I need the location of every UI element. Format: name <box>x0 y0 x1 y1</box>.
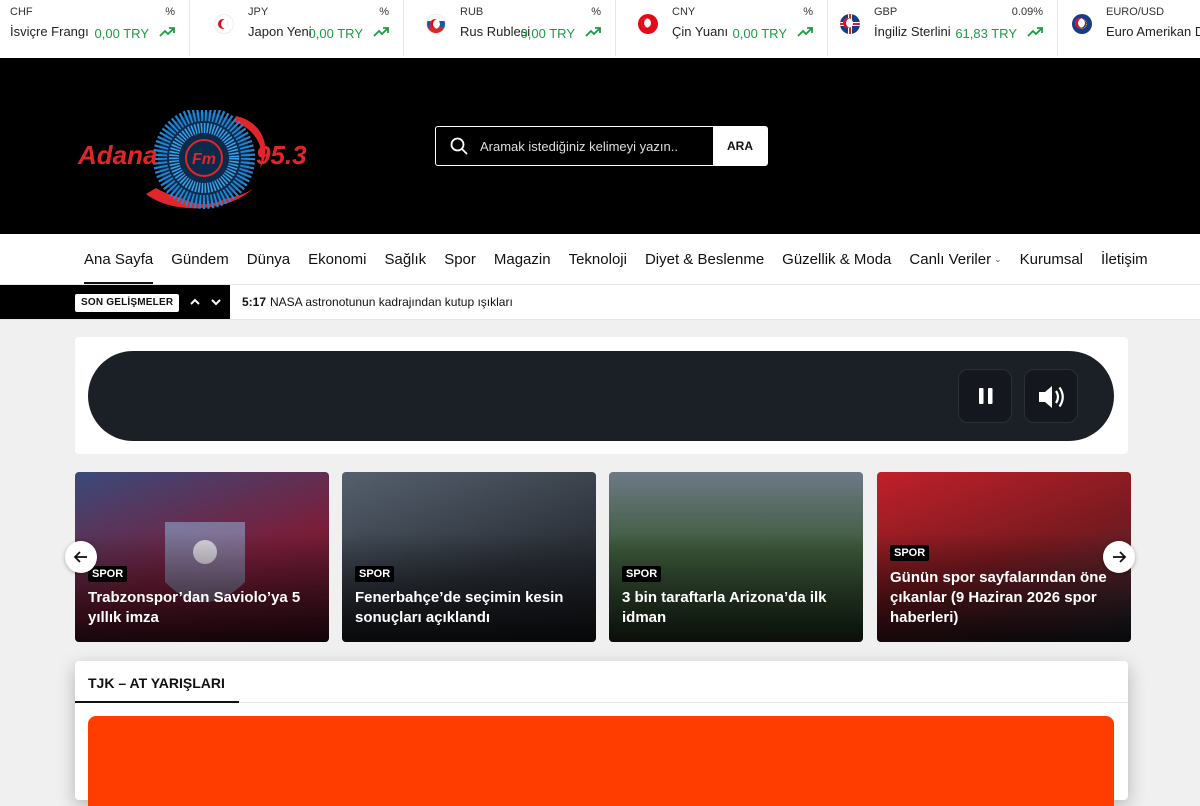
arrow-right-icon <box>1113 551 1127 563</box>
nav-item-kurumsal[interactable]: Kurumsal <box>1020 234 1083 284</box>
nav-item-iletisim[interactable]: İletişim <box>1101 234 1148 284</box>
currency-value: 0,00 TRY <box>308 26 363 41</box>
trend-up-icon <box>1027 27 1043 37</box>
tjk-section: TJK – AT YARIŞLARI <box>75 661 1128 806</box>
chevron-down-icon: ⌄ <box>994 253 1002 264</box>
svg-text:Adana: Adana <box>77 140 157 170</box>
ticker-item-rub[interactable]: RUB % Rus Rublesi 0,00 TRY <box>414 0 616 56</box>
breaking-news-label: SON GELİŞMELER <box>75 294 180 312</box>
flag-icon <box>214 14 234 34</box>
card-title[interactable]: 3 bin taraftarla Arizona’da ilk idman <box>622 588 853 628</box>
ticker-item-chf[interactable]: CHF % İsviçre Frangı 0,00 TRY <box>0 0 190 56</box>
search-button[interactable]: ARA <box>713 127 767 165</box>
trend-up-icon <box>373 27 389 37</box>
breaking-news-bar: SON GELİŞMELER 5:17 NASA astronotunun ka… <box>0 284 1200 320</box>
flag-icon <box>1072 14 1092 34</box>
chevron-up-icon[interactable] <box>186 293 204 311</box>
nav-item-ekonomi[interactable]: Ekonomi <box>308 234 366 284</box>
category-badge[interactable]: SPOR <box>355 566 395 582</box>
currency-code: JPY <box>248 6 269 18</box>
card-title[interactable]: Günün spor sayfalarından öne çıkanlar (9… <box>890 568 1121 628</box>
ticker-item-gbp[interactable]: GBP 0.09% İngiliz Sterlini 61,83 TRY <box>828 0 1058 56</box>
nav-item-diyet-beslenme[interactable]: Diyet & Beslenme <box>645 234 764 284</box>
currency-value: 61,83 TRY <box>955 26 1017 41</box>
tjk-widget[interactable] <box>88 716 1114 806</box>
currency-change: % <box>803 6 813 18</box>
ticker-item-eurusd[interactable]: EURO/USD Euro Amerikan D <box>1060 0 1200 56</box>
currency-ticker: CHF % İsviçre Frangı 0,00 TRY JPY % Japo… <box>0 0 1200 58</box>
breaking-news-headline[interactable]: NASA astronotunun kadrajından kutup ışık… <box>270 295 513 309</box>
flag-icon <box>840 14 860 34</box>
news-card[interactable]: SPOR Günün spor sayfalarından öne çıkanl… <box>877 472 1131 642</box>
nav-item-dunya[interactable]: Dünya <box>247 234 290 284</box>
nav-item-canli-veriler[interactable]: Canlı Veriler ⌄ <box>909 234 1001 284</box>
trend-up-icon <box>797 27 813 37</box>
search-icon <box>450 137 468 155</box>
search-input[interactable] <box>480 129 712 163</box>
category-badge[interactable]: SPOR <box>890 545 930 561</box>
card-title[interactable]: Trabzonspor’dan Saviolo’ya 5 yıllık imza <box>88 588 319 628</box>
currency-value: 0,00 TRY <box>520 26 575 41</box>
card-title[interactable]: Fenerbahçe’de seçimin kesin sonuçları aç… <box>355 588 586 628</box>
currency-name: Japon Yeni <box>248 24 312 39</box>
trend-up-icon <box>585 27 601 37</box>
currency-name: Çin Yuanı <box>672 24 729 39</box>
radio-player <box>88 351 1114 441</box>
currency-change: % <box>591 6 601 18</box>
svg-text:95.3: 95.3 <box>256 140 307 170</box>
nav-item-spor[interactable]: Spor <box>444 234 476 284</box>
currency-name: İsviçre Frangı <box>10 24 89 39</box>
news-slider: SPOR Trabzonspor’dan Saviolo’ya 5 yıllık… <box>75 472 1131 642</box>
slider-next-button[interactable] <box>1103 541 1135 573</box>
currency-name: Euro Amerikan D <box>1106 24 1200 39</box>
main-nav: Ana Sayfa Gündem Dünya Ekonomi Sağlık Sp… <box>0 234 1200 284</box>
ticker-item-cny[interactable]: CNY % Çin Yuanı 0,00 TRY <box>626 0 828 56</box>
site-header: Fm Adana 95.3 ARA <box>0 58 1200 234</box>
currency-value: 0,00 TRY <box>94 26 149 41</box>
nav-item-gundem[interactable]: Gündem <box>171 234 229 284</box>
currency-code: CHF <box>10 6 33 18</box>
currency-code: RUB <box>460 6 484 18</box>
currency-code: EURO/USD <box>1106 6 1165 18</box>
slider-prev-button[interactable] <box>65 541 97 573</box>
news-card[interactable]: SPOR 3 bin taraftarla Arizona’da ilk idm… <box>609 472 863 642</box>
nav-item-teknoloji[interactable]: Teknoloji <box>569 234 627 284</box>
currency-value: 0,00 TRY <box>732 26 787 41</box>
nav-item-magazin[interactable]: Magazin <box>494 234 551 284</box>
section-title: TJK – AT YARIŞLARI <box>88 675 225 691</box>
section-title-underline <box>75 701 239 703</box>
search-form: ARA <box>435 126 768 166</box>
flag-icon <box>638 14 658 34</box>
currency-change: % <box>379 6 389 18</box>
news-card[interactable]: SPOR Trabzonspor’dan Saviolo’ya 5 yıllık… <box>75 472 329 642</box>
news-card[interactable]: SPOR Fenerbahçe’de seçimin kesin sonuçla… <box>342 472 596 642</box>
nav-item-saglik[interactable]: Sağlık <box>384 234 426 284</box>
flag-icon <box>426 14 446 34</box>
volume-icon <box>1039 386 1064 408</box>
nav-item-guzellik-moda[interactable]: Güzellik & Moda <box>782 234 891 284</box>
arrow-left-icon <box>73 551 87 563</box>
volume-button[interactable] <box>1024 369 1078 423</box>
nav-item-ana-sayfa[interactable]: Ana Sayfa <box>84 234 154 284</box>
pause-icon <box>979 388 993 404</box>
currency-name: İngiliz Sterlini <box>874 24 951 39</box>
pause-button[interactable] <box>958 369 1012 423</box>
trend-up-icon <box>159 27 175 37</box>
breaking-news-time: 5:17 <box>242 295 267 309</box>
category-badge[interactable]: SPOR <box>622 566 662 582</box>
nav-item-label: Canlı Veriler <box>909 250 992 268</box>
currency-code: CNY <box>672 6 696 18</box>
svg-text:Fm: Fm <box>192 151 216 168</box>
radio-player-card <box>75 337 1128 454</box>
site-logo[interactable]: Fm Adana 95.3 <box>76 110 318 214</box>
chevron-down-icon[interactable] <box>207 293 225 311</box>
ticker-item-jpy[interactable]: JPY % Japon Yeni 0,00 TRY <box>202 0 404 56</box>
currency-code: GBP <box>874 6 898 18</box>
currency-change: 0.09% <box>1011 6 1043 18</box>
currency-change: % <box>165 6 175 18</box>
